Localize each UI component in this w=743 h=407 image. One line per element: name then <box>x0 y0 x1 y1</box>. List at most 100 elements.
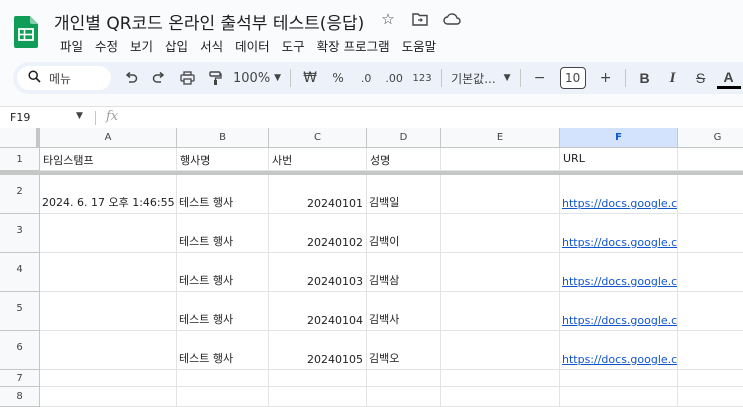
sheets-logo-icon[interactable] <box>14 16 38 48</box>
frozen-column-divider[interactable] <box>36 128 40 148</box>
url-cell[interactable]: https://docs.google.com/forms/d/e <box>560 253 678 292</box>
url-cell[interactable]: https://docs.google.com/forms/d/e <box>560 175 678 214</box>
event-cell[interactable]: 테스트 행사 <box>177 175 269 214</box>
empty-cell[interactable] <box>678 292 743 331</box>
row-header-7[interactable]: 7 <box>0 370 40 387</box>
empty-cell[interactable] <box>441 292 560 331</box>
header-cell-url[interactable]: URL <box>560 148 678 171</box>
menu-search-box[interactable]: 메뉴 <box>17 66 111 90</box>
zoom-select[interactable]: 100% ▼ <box>233 71 281 86</box>
row-header-3[interactable]: 3 <box>0 214 40 253</box>
header-cell-timestamp[interactable]: 타임스탬프 <box>40 148 177 171</box>
redo-icon[interactable] <box>147 66 171 90</box>
header-cell-name[interactable]: 성명 <box>367 148 441 171</box>
column-header-b[interactable]: B <box>177 128 269 148</box>
url-cell[interactable]: https://docs.google.com/forms/d/e <box>560 331 678 370</box>
timestamp-cell[interactable] <box>40 292 177 331</box>
name-cell[interactable]: 김백이 <box>367 214 441 253</box>
menu-tools[interactable]: 도구 <box>276 36 311 55</box>
menu-file[interactable]: 파일 <box>54 36 89 55</box>
menu-format[interactable]: 서식 <box>194 36 229 55</box>
column-header-f[interactable]: F <box>560 128 678 148</box>
employee-id-cell[interactable]: 20240103 <box>269 253 367 292</box>
menu-help[interactable]: 도움말 <box>396 36 443 55</box>
empty-cell[interactable] <box>269 387 367 407</box>
name-cell[interactable]: 김백일 <box>367 175 441 214</box>
event-cell[interactable]: 테스트 행사 <box>177 292 269 331</box>
text-color-button[interactable]: A <box>716 68 741 89</box>
column-header-a[interactable]: A <box>40 128 177 148</box>
timestamp-cell[interactable] <box>40 331 177 370</box>
employee-id-cell[interactable]: 20240105 <box>269 331 367 370</box>
event-cell[interactable]: 테스트 행사 <box>177 253 269 292</box>
empty-cell[interactable] <box>678 387 743 407</box>
column-header-d[interactable]: D <box>367 128 441 148</box>
name-cell[interactable]: 김백사 <box>367 292 441 331</box>
move-to-folder-icon[interactable] <box>411 10 429 28</box>
header-cell-event[interactable]: 행사명 <box>177 148 269 171</box>
column-header-c[interactable]: C <box>269 128 367 148</box>
empty-cell[interactable] <box>367 370 441 387</box>
empty-cell[interactable] <box>40 387 177 407</box>
empty-cell[interactable] <box>367 387 441 407</box>
menu-insert[interactable]: 삽입 <box>159 36 194 55</box>
empty-cell[interactable] <box>678 370 743 387</box>
header-cell-e[interactable] <box>441 148 560 171</box>
empty-cell[interactable] <box>678 175 743 214</box>
timestamp-cell[interactable]: 2024. 6. 17 오후 1:46:55 <box>40 175 177 214</box>
empty-cell[interactable] <box>441 387 560 407</box>
name-box[interactable]: F19 <box>10 111 30 124</box>
select-all-corner[interactable] <box>0 128 40 148</box>
name-cell[interactable]: 김백오 <box>367 331 441 370</box>
font-size-input[interactable]: 10 <box>559 67 586 89</box>
undo-icon[interactable] <box>119 66 143 90</box>
event-cell[interactable]: 테스트 행사 <box>177 331 269 370</box>
menu-data[interactable]: 데이터 <box>229 36 276 55</box>
number-format-button[interactable]: 123 <box>410 66 434 90</box>
empty-cell[interactable] <box>678 253 743 292</box>
empty-cell[interactable] <box>177 370 269 387</box>
menu-view[interactable]: 보기 <box>124 36 159 55</box>
timestamp-cell[interactable] <box>40 253 177 292</box>
empty-cell[interactable] <box>678 214 743 253</box>
percent-format-button[interactable]: % <box>326 66 350 90</box>
star-icon[interactable]: ☆ <box>379 10 397 28</box>
decrease-decimal-button[interactable]: .0 <box>354 66 378 90</box>
empty-cell[interactable] <box>441 331 560 370</box>
url-cell[interactable]: https://docs.google.com/forms/d/e <box>560 214 678 253</box>
employee-id-cell[interactable]: 20240102 <box>269 214 367 253</box>
font-size-increase-button[interactable]: + <box>594 66 618 90</box>
empty-cell[interactable] <box>678 331 743 370</box>
event-cell[interactable]: 테스트 행사 <box>177 214 269 253</box>
chevron-down-icon[interactable]: ▼ <box>76 111 83 121</box>
header-cell-employee-id[interactable]: 사번 <box>269 148 367 171</box>
column-header-g[interactable]: G <box>678 128 743 148</box>
currency-format-button[interactable]: ₩ <box>298 66 322 90</box>
column-header-e[interactable]: E <box>441 128 560 148</box>
employee-id-cell[interactable]: 20240101 <box>269 175 367 214</box>
empty-cell[interactable] <box>40 370 177 387</box>
increase-decimal-button[interactable]: .00 <box>382 66 406 90</box>
row-header-4[interactable]: 4 <box>0 253 40 292</box>
paint-format-icon[interactable] <box>203 66 227 90</box>
empty-cell[interactable] <box>560 387 678 407</box>
empty-cell[interactable] <box>560 370 678 387</box>
font-size-decrease-button[interactable]: − <box>528 66 552 90</box>
empty-cell[interactable] <box>441 214 560 253</box>
empty-cell[interactable] <box>269 370 367 387</box>
row-header-1[interactable]: 1 <box>0 148 40 171</box>
menu-edit[interactable]: 수정 <box>89 36 124 55</box>
row-header-8[interactable]: 8 <box>0 387 40 407</box>
font-select[interactable]: 기본값... ▼ <box>451 70 511 87</box>
empty-cell[interactable] <box>441 370 560 387</box>
cloud-status-icon[interactable] <box>443 10 461 28</box>
strikethrough-button[interactable]: S <box>689 66 713 90</box>
document-title[interactable]: 개인별 QR코드 온라인 출석부 테스트(응답) <box>54 9 364 34</box>
empty-cell[interactable] <box>177 387 269 407</box>
empty-cell[interactable] <box>441 253 560 292</box>
row-header-2[interactable]: 2 <box>0 175 40 214</box>
name-cell[interactable]: 김백삼 <box>367 253 441 292</box>
empty-cell[interactable] <box>441 175 560 214</box>
timestamp-cell[interactable] <box>40 214 177 253</box>
print-icon[interactable] <box>175 66 199 90</box>
